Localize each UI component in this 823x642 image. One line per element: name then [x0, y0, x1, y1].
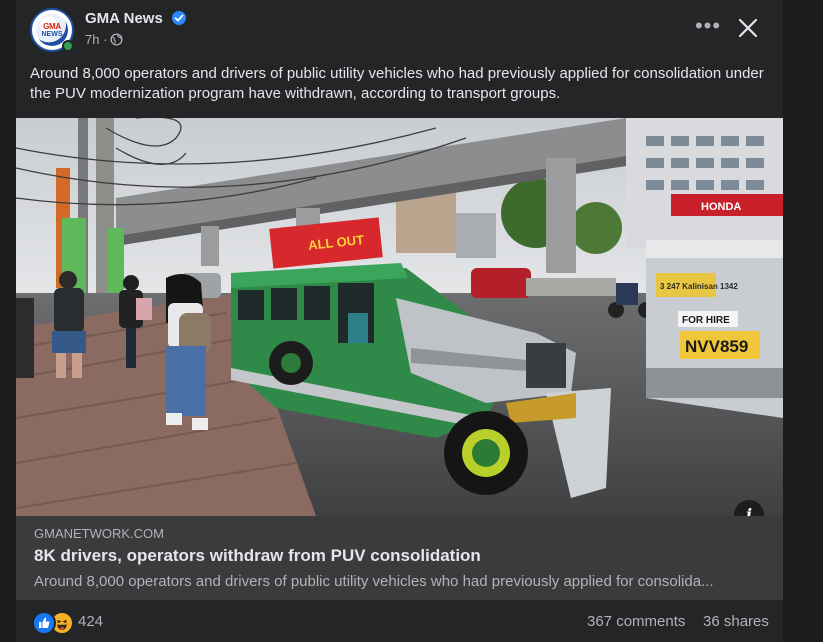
jeepney-street-photo: HONDA 3 247 Kalinisan 1342 FOR HIRE NVV8…: [16, 118, 783, 516]
post-header: GMA NEWS GMA News 7h · •••: [16, 0, 783, 60]
right-gutter: [783, 0, 823, 642]
link-preview[interactable]: GMANETWORK.COM 8K drivers, operators wit…: [16, 516, 783, 600]
more-options-button[interactable]: •••: [692, 12, 724, 44]
avatar-logo-subtext: NEWS: [41, 31, 63, 38]
route-sign-text: 3 247 Kalinisan 1342: [660, 282, 738, 291]
close-button[interactable]: [732, 12, 764, 44]
verified-badge-icon: [172, 11, 186, 25]
page-name-link[interactable]: GMA News: [85, 10, 163, 27]
online-status-dot: [62, 40, 74, 52]
globe-icon: [110, 33, 123, 46]
like-icon[interactable]: [32, 611, 56, 635]
post-caption: Around 8,000 operators and drivers of pu…: [30, 65, 764, 102]
avatar-logo-text: GMA: [43, 22, 61, 31]
post-photo[interactable]: HONDA 3 247 Kalinisan 1342 FOR HIRE NVV8…: [16, 118, 783, 516]
for-hire-tag: FOR HIRE: [682, 315, 730, 326]
comments-count[interactable]: 367 comments: [587, 613, 685, 630]
post-timestamp[interactable]: 7h ·: [85, 32, 107, 47]
shares-count[interactable]: 36 shares: [703, 613, 769, 630]
honda-sign-text: HONDA: [701, 201, 741, 213]
plate-number-text: NVV859: [685, 337, 748, 356]
link-title[interactable]: 8K drivers, operators withdraw from PUV …: [34, 546, 481, 566]
reaction-count[interactable]: 424: [78, 613, 103, 630]
close-icon: [738, 18, 758, 38]
post-card: GMA NEWS GMA News 7h · ••• Around 8,000 …: [16, 0, 783, 642]
more-options-icon: •••: [694, 13, 722, 38]
link-description: Around 8,000 operators and drivers of pu…: [34, 573, 714, 590]
reactions-bar: 424 367 comments 36 shares: [16, 600, 783, 642]
link-domain: GMANETWORK.COM: [34, 526, 164, 541]
